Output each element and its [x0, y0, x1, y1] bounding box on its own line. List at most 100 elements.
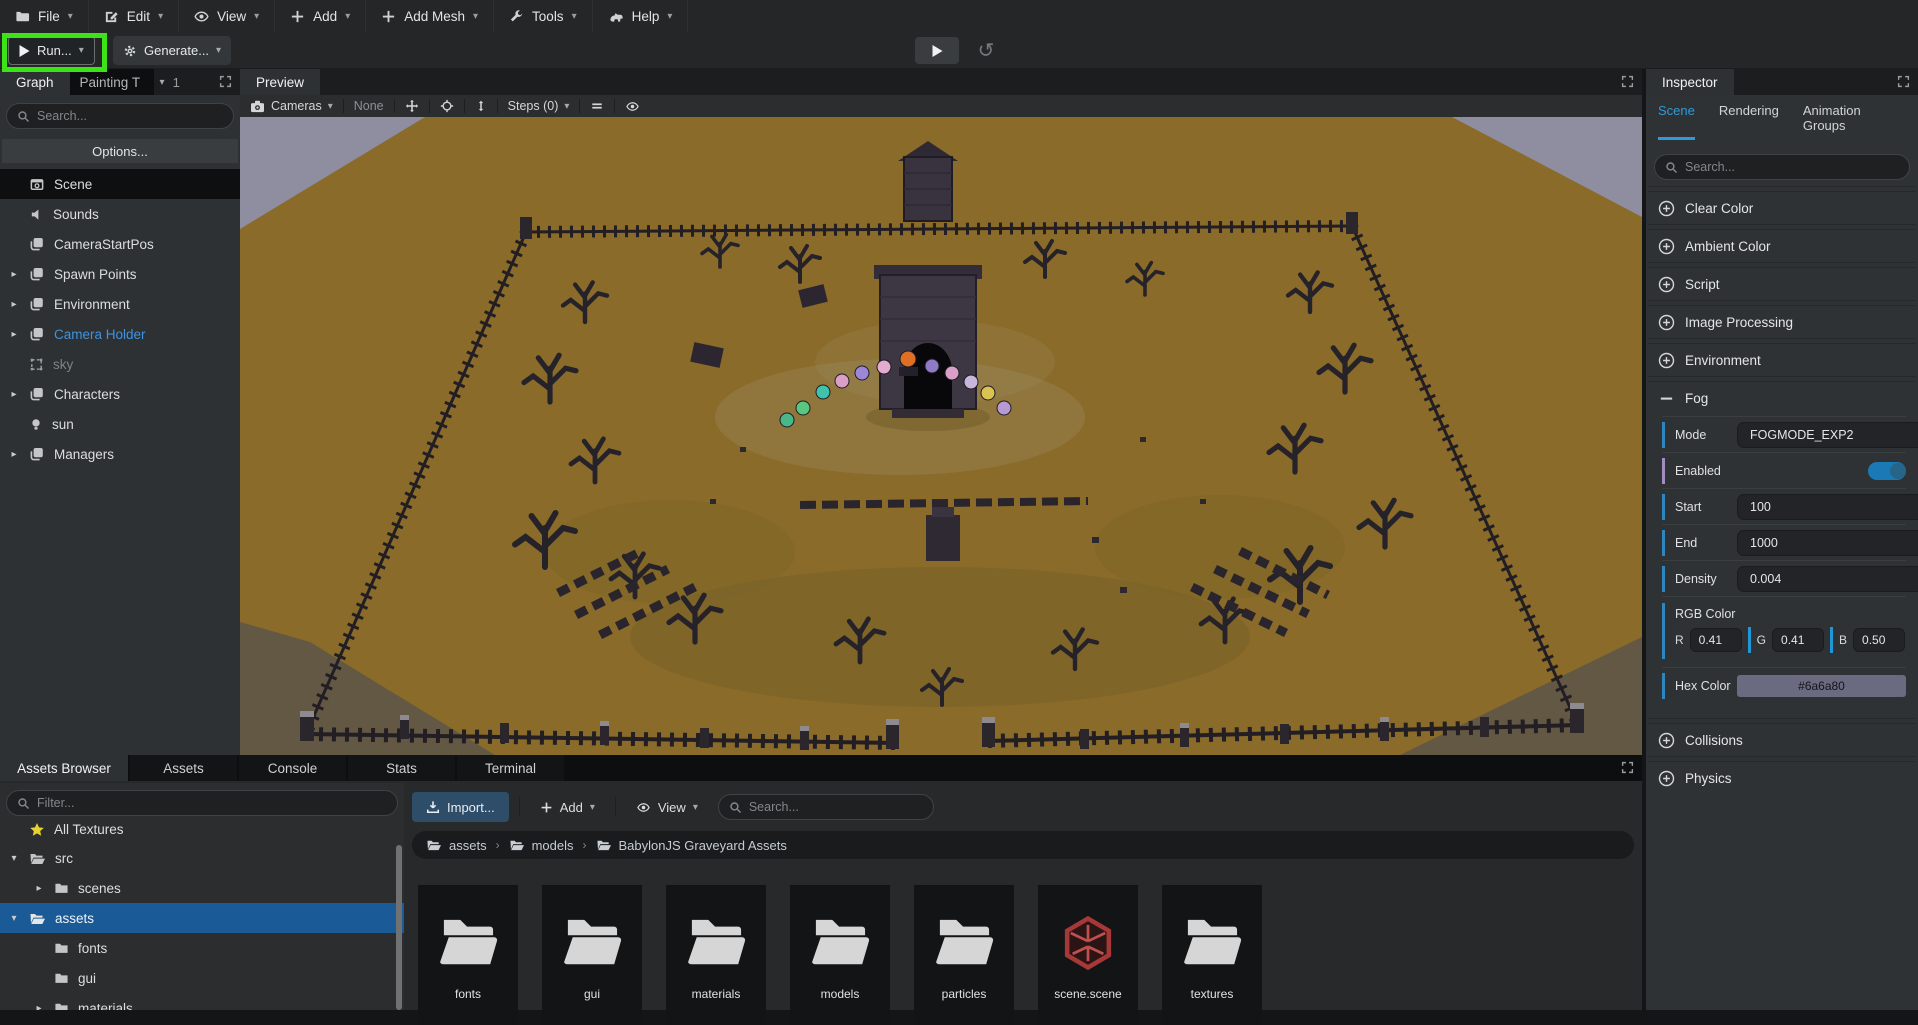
- move-gizmo-button[interactable]: [395, 95, 429, 117]
- menu-add-mesh[interactable]: Add Mesh▾: [366, 0, 494, 32]
- scale-gizmo-button[interactable]: [465, 95, 497, 117]
- section-physics[interactable]: Physics: [1646, 762, 1918, 794]
- tree-item-scenes[interactable]: ▸ scenes: [0, 873, 404, 903]
- fog-g-input[interactable]: [1772, 628, 1824, 652]
- tree-item-sun[interactable]: sun: [0, 409, 240, 439]
- graph-search[interactable]: [6, 103, 234, 129]
- maximize-icon[interactable]: [1897, 75, 1910, 88]
- tab-painting-tools[interactable]: Painting T: [70, 69, 154, 95]
- tree-item-src[interactable]: ▾ src: [0, 843, 404, 873]
- maximize-icon[interactable]: [219, 75, 232, 88]
- menu-add[interactable]: Add▾: [275, 0, 366, 32]
- expand-arrow-icon[interactable]: ▸: [8, 329, 20, 340]
- cameras-dropdown[interactable]: Cameras ▾: [240, 95, 343, 117]
- tab-console[interactable]: Console: [239, 755, 346, 781]
- assets-filter[interactable]: [6, 790, 398, 816]
- tab-preview[interactable]: Preview: [240, 69, 320, 95]
- tree-item-materials[interactable]: ▸ materials: [0, 993, 404, 1010]
- fog-r-input[interactable]: [1690, 628, 1742, 652]
- maximize-icon[interactable]: [1621, 761, 1634, 774]
- assets-search-input[interactable]: [749, 800, 923, 814]
- menu-file[interactable]: File▾: [0, 0, 89, 32]
- import-button[interactable]: Import...: [412, 792, 509, 822]
- menu-edit[interactable]: Edit▾: [89, 0, 179, 32]
- section-image-processing[interactable]: Image Processing: [1646, 306, 1918, 338]
- tree-item-environment[interactable]: ▸ Environment: [0, 289, 240, 319]
- tree-item-characters[interactable]: ▸ Characters: [0, 379, 240, 409]
- asset-folder-gui[interactable]: gui: [542, 885, 642, 1025]
- add-asset-button[interactable]: Add ▾: [530, 792, 605, 822]
- asset-scene-file[interactable]: scene.scene: [1038, 885, 1138, 1025]
- section-clear-color[interactable]: Clear Color: [1646, 192, 1918, 224]
- section-ambient-color[interactable]: Ambient Color: [1646, 230, 1918, 262]
- expand-arrow-icon[interactable]: ▸: [8, 449, 20, 460]
- inspector-tab-scene[interactable]: Scene: [1658, 103, 1695, 140]
- assets-filter-input[interactable]: [37, 796, 387, 810]
- tab-terminal[interactable]: Terminal: [457, 755, 564, 781]
- tab-graph[interactable]: Graph: [0, 69, 70, 95]
- fog-start-input[interactable]: [1737, 494, 1918, 520]
- tree-item-managers[interactable]: ▸ Managers: [0, 439, 240, 469]
- expand-arrow-icon[interactable]: ▸: [8, 299, 20, 310]
- tab-assets[interactable]: Assets: [130, 755, 237, 781]
- asset-folder-textures[interactable]: textures: [1162, 885, 1262, 1025]
- asset-folder-particles[interactable]: particles: [914, 885, 1014, 1025]
- inspector-search[interactable]: [1654, 154, 1910, 180]
- tree-item-sky[interactable]: sky: [0, 349, 240, 379]
- asset-folder-fonts[interactable]: fonts: [418, 885, 518, 1025]
- tree-item-camera-holder[interactable]: ▸ Camera Holder: [0, 319, 240, 349]
- options-button[interactable]: Options...: [2, 139, 238, 163]
- section-collisions[interactable]: Collisions: [1646, 724, 1918, 756]
- menu-help[interactable]: Help▾: [593, 0, 689, 32]
- expand-arrow-icon[interactable]: ▸: [8, 269, 20, 280]
- inspector-search-input[interactable]: [1685, 160, 1899, 174]
- tree-item-gui[interactable]: gui: [0, 963, 404, 993]
- expand-arrow-icon[interactable]: ▸: [8, 389, 20, 400]
- tree-item-camerastartpos[interactable]: CameraStartPos: [0, 229, 240, 259]
- expand-arrow-icon[interactable]: ▸: [33, 1003, 45, 1011]
- tree-item-sounds[interactable]: Sounds: [0, 199, 240, 229]
- wireframe-button[interactable]: [580, 95, 614, 117]
- section-script[interactable]: Script: [1646, 268, 1918, 300]
- breadcrumb-assets[interactable]: assets: [426, 838, 487, 853]
- breadcrumb-current-folder[interactable]: BabylonJS Graveyard Assets: [596, 838, 787, 853]
- fog-end-input[interactable]: [1737, 530, 1918, 556]
- tree-item-all-textures[interactable]: All Textures: [0, 816, 404, 843]
- tab-assets-browser[interactable]: Assets Browser: [0, 755, 128, 781]
- section-fog[interactable]: Fog: [1646, 382, 1918, 414]
- menu-view[interactable]: View▾: [179, 0, 275, 32]
- inspector-tab-rendering[interactable]: Rendering: [1719, 103, 1779, 140]
- collapse-arrow-icon[interactable]: ▾: [8, 853, 20, 864]
- view-options-button[interactable]: View ▾: [626, 792, 708, 822]
- tree-scrollbar[interactable]: [396, 845, 402, 1010]
- preview-viewport[interactable]: [240, 117, 1642, 755]
- tab-inspector[interactable]: Inspector: [1646, 69, 1734, 95]
- expand-arrow-icon[interactable]: ▸: [33, 883, 45, 894]
- generate-button[interactable]: Generate... ▾: [113, 36, 231, 65]
- preview-refresh-button[interactable]: ↺: [970, 35, 1002, 65]
- gizmo-none-button[interactable]: None: [344, 95, 394, 117]
- fog-density-input[interactable]: [1737, 566, 1918, 592]
- visibility-button[interactable]: [615, 95, 650, 117]
- tree-item-assets[interactable]: ▾ assets: [0, 903, 404, 933]
- steps-dropdown[interactable]: Steps (0) ▾: [498, 95, 580, 117]
- breadcrumb-models[interactable]: models: [509, 838, 574, 853]
- tree-item-spawn-points[interactable]: ▸ Spawn Points: [0, 259, 240, 289]
- fog-hex-swatch[interactable]: #6a6a80: [1737, 675, 1906, 697]
- fog-mode-input[interactable]: [1737, 422, 1918, 448]
- tree-item-fonts[interactable]: fonts: [0, 933, 404, 963]
- collapse-arrow-icon[interactable]: ▾: [8, 913, 20, 924]
- maximize-icon[interactable]: [1621, 75, 1634, 88]
- inspector-tab-animation-groups[interactable]: Animation Groups: [1803, 103, 1906, 140]
- preview-play-button[interactable]: [915, 37, 959, 64]
- tree-item-scene[interactable]: Scene: [0, 169, 240, 199]
- assets-search[interactable]: [718, 794, 934, 820]
- asset-folder-materials[interactable]: materials: [666, 885, 766, 1025]
- chevron-down-icon[interactable]: ▾: [160, 77, 165, 88]
- run-button[interactable]: Run... ▾: [8, 36, 95, 65]
- fog-b-input[interactable]: [1853, 628, 1905, 652]
- section-environment[interactable]: Environment: [1646, 344, 1918, 376]
- tab-stats[interactable]: Stats: [348, 755, 455, 781]
- fog-enabled-toggle[interactable]: [1868, 462, 1906, 480]
- menu-tools[interactable]: Tools▾: [494, 0, 593, 32]
